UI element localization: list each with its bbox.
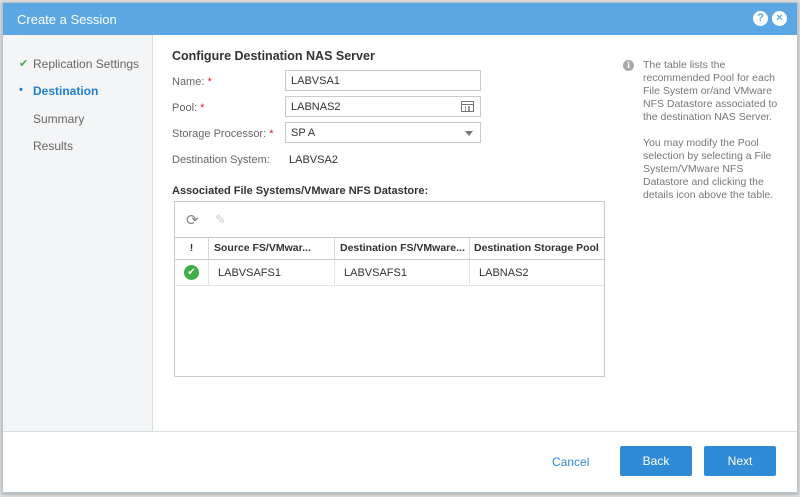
name-input[interactable]: LABVSA1 <box>285 70 481 91</box>
pool-cell: LABNAS2 <box>479 267 529 279</box>
info-paragraph: You may modify the Pool selection by sel… <box>643 137 774 201</box>
name-label: Name: * <box>172 76 212 88</box>
associated-fs-title: Associated File Systems/VMware NFS Datas… <box>172 185 429 197</box>
source-cell: LABVSAFS1 <box>209 260 335 286</box>
associated-fs-table: ⟳ ✎ ! Source FS/VMwar... ↑ Destination F… <box>174 201 605 377</box>
step-summary[interactable]: Summary <box>33 112 84 126</box>
bullet-icon: • <box>19 84 23 96</box>
section-title: Configure Destination NAS Server <box>172 49 375 63</box>
pool-input[interactable]: LABNAS2 <box>285 96 481 117</box>
wizard-steps: ✔ Replication Settings • Destination Sum… <box>3 35 153 431</box>
help-icon[interactable]: ? <box>753 11 768 26</box>
dialog-title: Create a Session <box>17 12 117 27</box>
ok-status-icon: ✔ <box>184 265 199 280</box>
column-header-pool[interactable]: Destination Storage Pool <box>470 238 604 259</box>
check-icon: ✔ <box>19 58 29 70</box>
column-header-status[interactable]: ! <box>175 238 209 259</box>
refresh-icon[interactable]: ⟳ <box>186 211 199 229</box>
step-replication-settings[interactable]: ✔ Replication Settings <box>19 57 140 71</box>
step-label: Replication Settings <box>33 57 140 71</box>
edit-icon[interactable]: ✎ <box>215 212 226 228</box>
table-row[interactable]: ✔ LABVSAFS1 LABVSAFS1 LABNAS2 <box>175 260 604 286</box>
info-icon: i <box>623 60 634 71</box>
info-paragraph: The table lists the recommended Pool for… <box>643 59 778 123</box>
destination-system-value: LABVSA2 <box>289 154 338 166</box>
step-destination[interactable]: • Destination <box>19 84 99 98</box>
chevron-down-icon <box>465 131 473 136</box>
storage-processor-label: Storage Processor: * <box>172 128 274 140</box>
table-toolbar: ⟳ ✎ <box>175 202 604 238</box>
step-results[interactable]: Results <box>33 139 73 153</box>
column-header-source[interactable]: Source FS/VMwar... ↑ <box>209 238 335 259</box>
cancel-button[interactable]: Cancel <box>552 455 589 469</box>
dialog-footer: Cancel Back Next <box>3 431 797 492</box>
back-button[interactable]: Back <box>620 446 692 476</box>
status-cell: ✔ <box>175 260 209 286</box>
main-content: Configure Destination NAS Server Name: *… <box>154 35 797 431</box>
step-label: Summary <box>33 112 85 126</box>
next-button[interactable]: Next <box>704 446 776 476</box>
column-header-destination[interactable]: Destination FS/VMware... <box>335 238 470 259</box>
destination-cell: LABVSAFS1 <box>335 260 470 286</box>
step-label: Destination <box>33 84 99 98</box>
step-label: Results <box>33 139 74 153</box>
pool-label: Pool: * <box>172 102 205 114</box>
create-session-dialog: Create a Session ? × ✔ Replication Setti… <box>2 2 798 493</box>
storage-processor-select[interactable]: SP A <box>285 122 481 143</box>
close-icon[interactable]: × <box>772 11 787 26</box>
table-picker-icon[interactable] <box>461 101 474 112</box>
title-bar: Create a Session ? × <box>3 3 797 35</box>
info-text: The table lists the recommended Pool for… <box>643 59 787 215</box>
table-header: ! Source FS/VMwar... ↑ Destination FS/VM… <box>175 238 604 260</box>
destination-system-label: Destination System: <box>172 154 270 166</box>
